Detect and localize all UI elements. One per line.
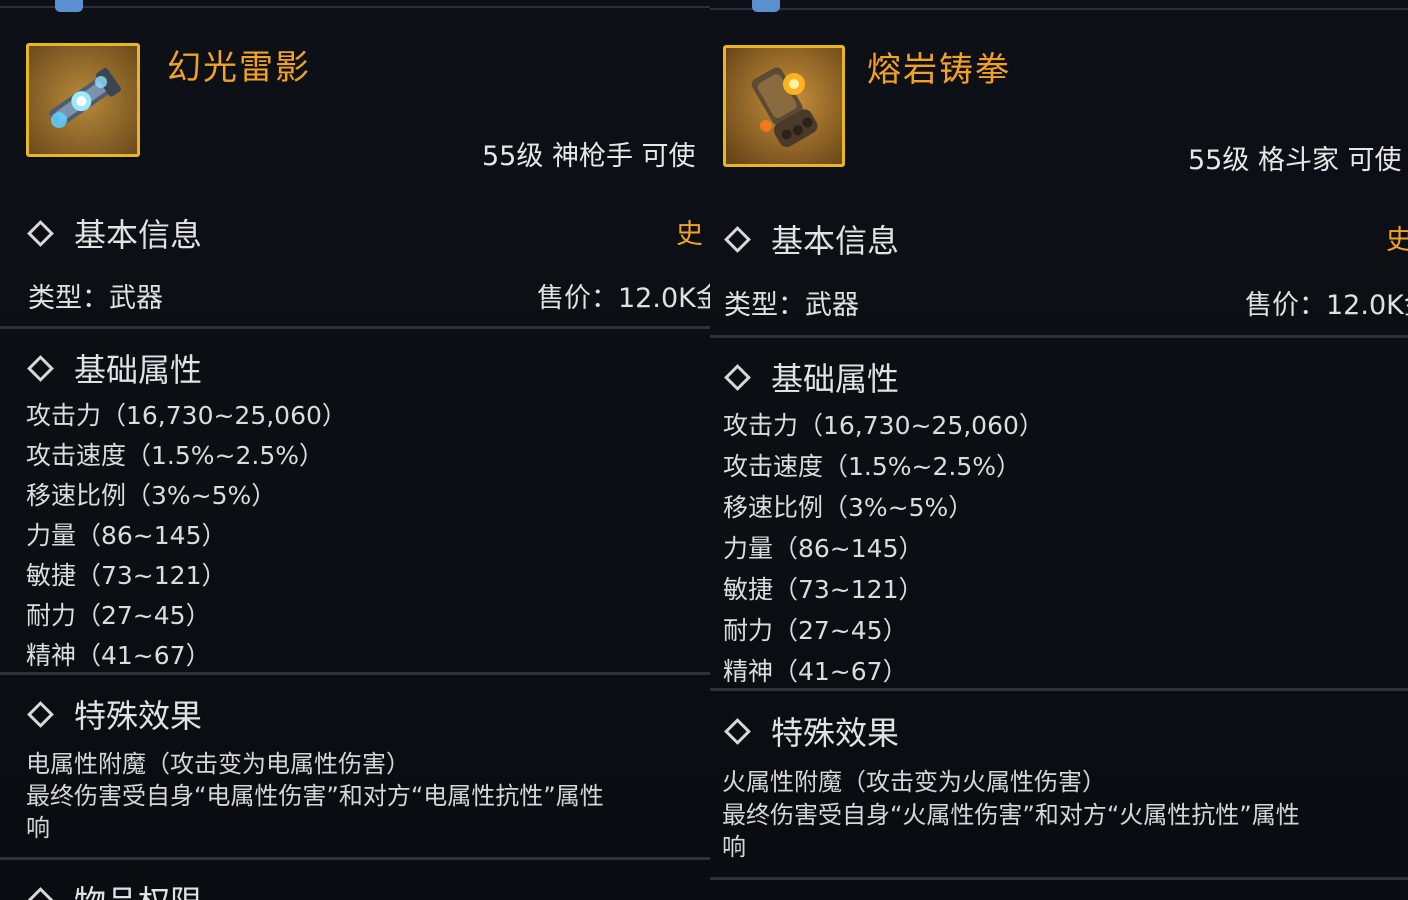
attr-spirit: 精神（41~67） xyxy=(26,641,211,670)
section-title: 基本信息 xyxy=(771,222,900,260)
effect-line: 响 xyxy=(26,814,50,842)
attr-strength: 力量（86~145） xyxy=(26,521,227,550)
attr-strength: 力量（86~145） xyxy=(723,534,924,563)
section-item-permission[interactable]: 物品权限 xyxy=(24,877,202,900)
attr-stamina: 耐力（27~45） xyxy=(723,616,908,645)
rarity-label: 史 xyxy=(676,219,703,250)
lava-gauntlet-icon[interactable] xyxy=(723,45,845,167)
section-title: 基础属性 xyxy=(74,351,203,389)
section-special-effect[interactable]: 特殊效果 xyxy=(721,708,899,754)
section-title: 基础属性 xyxy=(771,360,900,398)
diamond-icon xyxy=(27,886,54,900)
panel-tab[interactable] xyxy=(752,0,780,12)
item-name: 幻光雷影 xyxy=(167,48,311,88)
effect-line: 电属性附魔（攻击变为电属性伤害） xyxy=(26,750,410,778)
level-class-requirement: 55级 格斗家 可使 xyxy=(1188,145,1402,176)
diamond-icon xyxy=(27,700,54,728)
attr-stamina: 耐力（27~45） xyxy=(26,601,211,630)
item-tooltip-left: 幻光雷影 55级 神枪手 可使 基本信息 史 类型：武器 售价：12.0K金 基… xyxy=(0,0,710,900)
section-title: 特殊效果 xyxy=(771,714,900,752)
diamond-icon xyxy=(724,717,751,745)
effect-line: 最终伤害受自身“电属性伤害”和对方“电属性抗性”属性 xyxy=(26,782,604,810)
attr-attack: 攻击力（16,730~25,060） xyxy=(26,401,347,430)
section-divider xyxy=(710,688,1408,691)
section-basic-info[interactable]: 基本信息 xyxy=(24,210,202,256)
section-title: 特殊效果 xyxy=(74,697,203,735)
attr-spirit: 精神（41~67） xyxy=(723,657,908,686)
attr-move-speed: 移速比例（3%~5%） xyxy=(723,493,974,522)
diamond-icon xyxy=(724,225,751,253)
attr-move-speed: 移速比例（3%~5%） xyxy=(26,481,277,510)
attr-attack: 攻击力（16,730~25,060） xyxy=(723,411,1044,440)
sell-price: 售价：12.0K金 xyxy=(1245,290,1408,321)
attr-agility: 敏捷（73~121） xyxy=(723,575,924,604)
section-title: 基本信息 xyxy=(74,216,203,254)
top-border xyxy=(710,8,1408,10)
level-class-requirement: 55级 神枪手 可使 xyxy=(482,141,696,172)
panel-tab[interactable] xyxy=(55,0,83,12)
diamond-icon xyxy=(27,354,54,382)
effect-line: 响 xyxy=(722,833,746,861)
effect-line: 火属性附魔（攻击变为火属性伤害） xyxy=(722,768,1106,796)
section-base-attributes[interactable]: 基础属性 xyxy=(721,354,899,400)
sell-price: 售价：12.0K金 xyxy=(537,283,710,314)
section-divider xyxy=(0,857,710,860)
section-divider xyxy=(0,672,710,675)
section-special-effect[interactable]: 特殊效果 xyxy=(24,691,202,737)
attr-attack-speed: 攻击速度（1.5%~2.5%） xyxy=(723,452,1021,481)
section-divider xyxy=(710,335,1408,338)
section-base-attributes[interactable]: 基础属性 xyxy=(24,345,202,391)
item-type: 类型：武器 xyxy=(724,290,859,321)
top-border xyxy=(0,6,710,8)
section-divider xyxy=(710,877,1408,880)
diamond-icon xyxy=(27,219,54,247)
diamond-icon xyxy=(724,363,751,391)
attr-attack-speed: 攻击速度（1.5%~2.5%） xyxy=(26,441,324,470)
item-name: 熔岩铸拳 xyxy=(867,50,1011,90)
effect-line: 最终伤害受自身“火属性伤害”和对方“火属性抗性”属性 xyxy=(722,801,1300,829)
item-tooltip-right: 熔岩铸拳 55级 格斗家 可使 基本信息 史 类型：武器 售价：12.0K金 基… xyxy=(710,0,1408,900)
item-type: 类型：武器 xyxy=(28,283,163,314)
section-basic-info[interactable]: 基本信息 xyxy=(721,216,899,262)
attr-agility: 敏捷（73~121） xyxy=(26,561,227,590)
section-title: 物品权限 xyxy=(74,877,202,900)
lightning-gun-icon[interactable] xyxy=(26,43,140,157)
section-divider xyxy=(0,326,710,329)
rarity-label: 史 xyxy=(1386,225,1408,256)
